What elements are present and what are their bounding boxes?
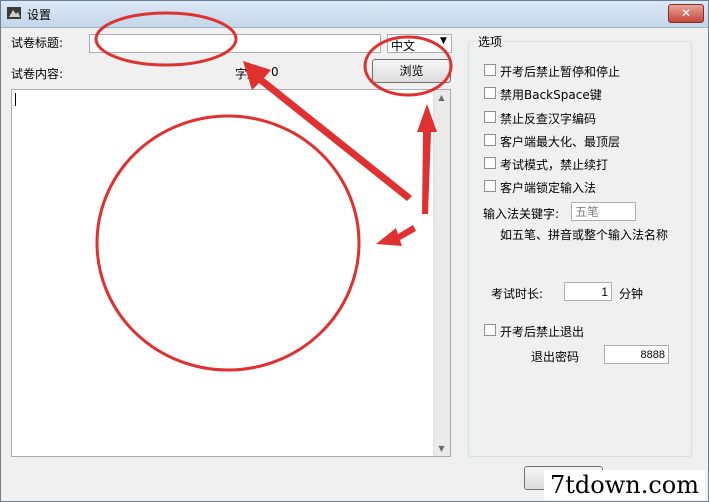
ime-keyword-label: 输入法关键字:: [483, 207, 560, 221]
close-button[interactable]: ✕: [668, 4, 704, 23]
option-label: 客户端锁定输入法: [500, 181, 597, 195]
content-label: 试卷内容:: [11, 67, 64, 81]
option-label: 开考后禁止暂停和停止: [500, 65, 621, 79]
watermark: 7tdown.com: [543, 470, 705, 500]
app-icon: [7, 7, 21, 19]
chevron-down-icon: ▼: [440, 36, 447, 46]
scroll-down-icon[interactable]: ▼: [434, 441, 449, 456]
title-bar: 设置 ✕: [1, 1, 708, 28]
duration-label: 考试时长:: [491, 287, 544, 301]
option-label: 禁用BackSpace键: [500, 88, 602, 102]
exit-lock-label: 开考后禁止退出: [500, 325, 585, 339]
option-label: 考试模式，禁止续打: [500, 158, 609, 172]
checkbox-box[interactable]: [484, 64, 496, 76]
duration-input[interactable]: [564, 282, 612, 301]
content-textarea[interactable]: ▲ ▼: [11, 89, 451, 457]
window-title: 设置: [27, 8, 52, 22]
checkbox-box[interactable]: [484, 87, 496, 99]
content-scrollbar[interactable]: ▲ ▼: [433, 90, 450, 456]
char-count-label: 字数:: [235, 67, 264, 81]
exit-password-label: 退出密码: [531, 350, 580, 364]
option-label: 客户端最大化、最顶层: [500, 135, 621, 149]
language-selected-value: 中文: [391, 39, 416, 53]
checkbox-box[interactable]: [484, 180, 496, 192]
text-cursor: [15, 93, 16, 106]
settings-dialog: 设置 ✕ 试卷标题: 中文 ▼ 试卷内容: 字数: 0 浏览 ▲ ▼ 选项 开考…: [0, 0, 709, 502]
checkbox-box[interactable]: [484, 111, 496, 123]
paper-title-label: 试卷标题:: [11, 36, 64, 50]
checkbox-box[interactable]: [484, 157, 496, 169]
scroll-up-icon[interactable]: ▲: [434, 90, 449, 105]
checkbox-box[interactable]: [484, 134, 496, 146]
exit-password-input[interactable]: [604, 345, 669, 364]
option-label: 禁止反查汉字编码: [500, 112, 597, 126]
char-count-value: 0: [271, 65, 279, 79]
language-select[interactable]: 中文 ▼: [387, 34, 452, 53]
ime-hint-text: 如五笔、拼音或整个输入法名称: [500, 228, 669, 242]
ime-keyword-input[interactable]: [571, 202, 636, 221]
paper-title-input[interactable]: [89, 34, 381, 53]
options-group-title: 选项: [475, 33, 506, 50]
options-group: [468, 41, 692, 457]
duration-unit: 分钟: [619, 287, 644, 301]
browse-button[interactable]: 浏览: [372, 59, 451, 83]
checkbox-box[interactable]: [484, 324, 496, 336]
